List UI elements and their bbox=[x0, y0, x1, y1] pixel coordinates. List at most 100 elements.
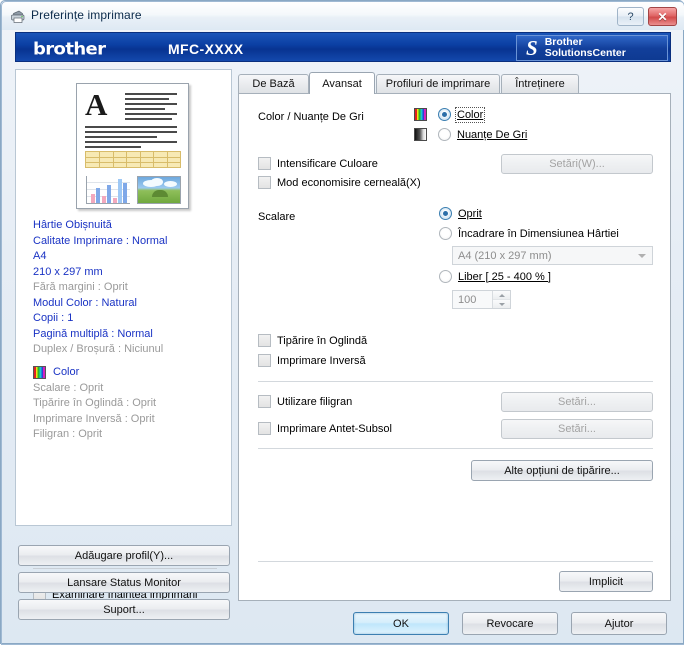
page-preview-thumbnail: A bbox=[76, 83, 189, 209]
mirror-print-label: Tipărire în Oglindă bbox=[277, 334, 368, 347]
color-radio[interactable] bbox=[438, 108, 451, 121]
color-enhance-settings-button[interactable]: Setări(W)... bbox=[501, 154, 653, 174]
color-radio-label: Color bbox=[457, 108, 484, 121]
title-bar: Preferințe imprimare ? ✕ bbox=[2, 2, 684, 30]
color-stripes-icon bbox=[33, 366, 46, 379]
grayscale-radio[interactable] bbox=[438, 128, 451, 141]
preview-photo bbox=[137, 176, 181, 204]
watermark-checkbox[interactable]: Utilizare filigran bbox=[258, 395, 352, 408]
tab-intretinere[interactable]: Întreținere bbox=[501, 74, 579, 93]
setting-dimensions: 210 x 297 mm bbox=[33, 265, 103, 278]
help-button[interactable]: ? bbox=[617, 7, 644, 26]
header-footer-box[interactable] bbox=[258, 422, 271, 435]
setting-paper-type: Hârtie Obișnuită bbox=[33, 219, 112, 231]
divider-2 bbox=[258, 448, 653, 449]
divider-3 bbox=[258, 561, 653, 562]
cancel-button[interactable]: Revocare bbox=[462, 612, 558, 635]
header-footer-label: Imprimare Antet-Subsol bbox=[277, 422, 392, 435]
color-enhance-box[interactable] bbox=[258, 157, 271, 170]
preview-divider bbox=[33, 568, 217, 569]
preview-panel: A Hârtie Obișnuită Calitate Imprimare: … bbox=[15, 69, 232, 601]
setting-reverse-print: Imprimare Inversă : Oprit bbox=[33, 412, 155, 425]
setting-mirror-print: Tipărire în Oglindă : Oprit bbox=[33, 397, 157, 409]
printer-icon bbox=[11, 10, 25, 23]
scaling-fit-radio[interactable] bbox=[439, 227, 452, 240]
close-button[interactable]: ✕ bbox=[648, 7, 677, 26]
grayscale-radio-label: Nuanțe De Gri bbox=[457, 128, 528, 141]
setting-color-row: Color bbox=[33, 365, 223, 381]
ink-save-checkbox[interactable]: Mod economisire cerneală(X) bbox=[258, 176, 421, 189]
free-scale-spinner[interactable]: 100 bbox=[452, 290, 511, 309]
printing-preferences-window: Preferințe imprimare ? ✕ brother MFC-XXX… bbox=[0, 0, 684, 645]
scaling-fit-radio-row[interactable]: Încadrare în Dimensiunea Hârtiei bbox=[439, 227, 619, 240]
spinner-down-icon[interactable] bbox=[493, 300, 510, 308]
scaling-fit-label: Încadrare în Dimensiunea Hârtiei bbox=[458, 227, 619, 240]
setting-copies: Copii : 1 bbox=[33, 312, 74, 324]
scaling-free-radio-row[interactable]: Liber [ 25 - 400 % ] bbox=[439, 270, 551, 283]
setting-scaling: Scalare : Oprit bbox=[33, 381, 104, 394]
launch-status-monitor-button[interactable]: Lansare Status Monitor bbox=[18, 572, 230, 593]
spinner-up-icon[interactable] bbox=[493, 291, 510, 300]
setting-borderless: Fără margini : Oprit bbox=[33, 281, 128, 293]
reverse-print-label: Imprimare Inversă bbox=[277, 354, 366, 367]
scaling-label: Scalare bbox=[258, 211, 296, 223]
mirror-print-checkbox[interactable]: Tipărire în Oglindă bbox=[258, 334, 367, 347]
reverse-print-checkbox[interactable]: Imprimare Inversă bbox=[258, 354, 366, 367]
grayscale-gradient-icon bbox=[414, 128, 427, 141]
add-profile-button[interactable]: Adăugare profil(Y)... bbox=[18, 545, 230, 566]
preview-table bbox=[85, 151, 181, 168]
scaling-free-label: Liber [ 25 - 400 % ] bbox=[458, 270, 551, 283]
divider-1 bbox=[258, 381, 653, 382]
preview-settings-list: Hârtie Obișnuită Calitate Imprimare : No… bbox=[33, 218, 223, 443]
color-grayscale-label: Color / Nuanțe De Gri bbox=[258, 111, 364, 123]
scaling-off-label: Oprit bbox=[458, 207, 482, 220]
tab-avansat[interactable]: Avansat bbox=[309, 72, 375, 94]
watermark-label: Utilizare filigran bbox=[277, 395, 353, 408]
reverse-print-box[interactable] bbox=[258, 354, 271, 367]
scaling-off-radio-row[interactable]: Oprit bbox=[439, 207, 482, 220]
ok-button[interactable]: OK bbox=[353, 612, 449, 635]
ink-save-label: Mod economisire cerneală(X) bbox=[277, 176, 421, 189]
free-scale-value: 100 bbox=[458, 293, 477, 306]
solutions-s-icon: S bbox=[526, 35, 538, 60]
setting-duplex: Duplex / Broșură : Niciunul bbox=[33, 343, 164, 355]
preview-letter-a: A bbox=[85, 87, 108, 122]
paper-size-combo[interactable]: A4 (210 x 297 mm) bbox=[452, 246, 653, 265]
watermark-settings-button[interactable]: Setări... bbox=[501, 392, 653, 412]
tab-de-baza[interactable]: De Bază bbox=[238, 74, 309, 93]
setting-paper-size: A4 bbox=[33, 250, 47, 262]
dialog-button-bar: OK Revocare Ajutor bbox=[1, 605, 684, 645]
setting-watermark: Filigran : Oprit bbox=[33, 428, 103, 440]
color-stripes-icon bbox=[414, 108, 427, 121]
ink-save-box[interactable] bbox=[258, 176, 271, 189]
setting-color-label: Color bbox=[53, 365, 80, 378]
printer-model: MFC-XXXX bbox=[168, 41, 244, 57]
preview-bar-chart bbox=[86, 176, 130, 204]
window-title: Preferințe imprimare bbox=[31, 8, 142, 22]
header-footer-settings-button[interactable]: Setări... bbox=[501, 419, 653, 439]
setting-print-quality: Calitate Imprimare : Normal bbox=[33, 234, 168, 247]
other-print-options-button[interactable]: Alte opțiuni de tipărire... bbox=[471, 460, 653, 481]
brother-logo: brother bbox=[33, 39, 106, 60]
grayscale-radio-row[interactable]: Nuanțe De Gri bbox=[414, 128, 527, 141]
paper-size-value: A4 (210 x 297 mm) bbox=[458, 249, 552, 262]
advanced-tab-panel: Color / Nuanțe De Gri Color Nuanțe De Gr… bbox=[238, 93, 671, 601]
setting-multipage: Pagină multiplă : Normal bbox=[33, 327, 153, 340]
help-button-bottom[interactable]: Ajutor bbox=[571, 612, 667, 635]
default-button[interactable]: Implicit bbox=[559, 571, 653, 592]
brother-banner: brother MFC-XXXX S Brother SolutionsCent… bbox=[15, 32, 671, 62]
header-footer-checkbox[interactable]: Imprimare Antet-Subsol bbox=[258, 422, 392, 435]
brother-solutions-center-link[interactable]: S Brother SolutionsCenter bbox=[516, 35, 668, 61]
solutions-line2: SolutionsCenter bbox=[544, 47, 626, 59]
scaling-free-radio[interactable] bbox=[439, 270, 452, 283]
color-radio-row[interactable]: Color bbox=[414, 106, 486, 123]
spinner-buttons[interactable] bbox=[492, 291, 510, 308]
color-enhance-label: Intensificare Culoare bbox=[277, 157, 378, 170]
scaling-off-radio[interactable] bbox=[439, 207, 452, 220]
tab-profiluri[interactable]: Profiluri de imprimare bbox=[376, 74, 500, 93]
color-enhance-checkbox[interactable]: Intensificare Culoare bbox=[258, 157, 378, 170]
chevron-down-icon bbox=[638, 253, 646, 258]
setting-color-mode: Modul Color : Natural bbox=[33, 296, 137, 309]
watermark-box[interactable] bbox=[258, 395, 271, 408]
mirror-print-box[interactable] bbox=[258, 334, 271, 347]
